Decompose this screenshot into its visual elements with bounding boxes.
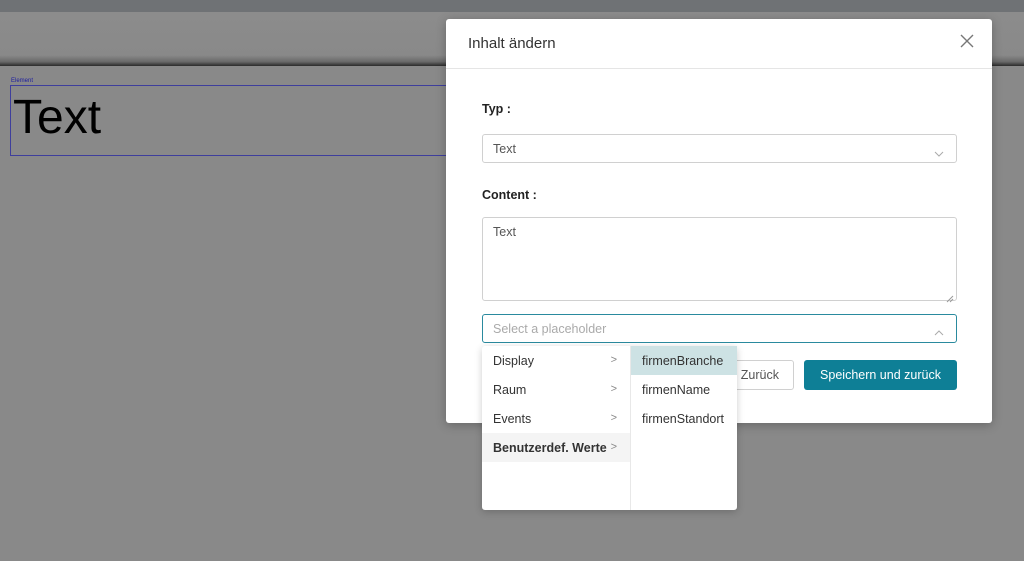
placeholder-select[interactable]: Select a placeholder (482, 314, 957, 343)
cascader-level1: Display > Raum > Events > Benutzerdef. W… (482, 346, 631, 510)
chevron-up-icon (934, 324, 944, 336)
content-label: Content : (482, 188, 537, 202)
text-element-box[interactable]: Text (10, 85, 470, 156)
cascader-item-display[interactable]: Display > (482, 346, 630, 375)
element-label: Element (11, 78, 34, 84)
cascader-item-firmenname[interactable]: firmenName (631, 375, 737, 404)
close-icon[interactable] (960, 34, 974, 48)
cascader-item-raum[interactable]: Raum > (482, 375, 630, 404)
placeholder-select-text: Select a placeholder (493, 322, 607, 336)
chevron-right-icon: > (610, 354, 617, 366)
cascader-level2: firmenBranche firmenName firmenStandort (631, 346, 737, 510)
top-bar (0, 0, 1024, 12)
cascader-item-custom-values[interactable]: Benutzerdef. Werte > (482, 433, 630, 462)
chevron-right-icon: > (610, 412, 617, 424)
content-textarea[interactable]: Text (482, 217, 957, 303)
content-textarea-value: Text (493, 225, 516, 239)
modal-header: Inhalt ändern (446, 19, 992, 69)
save-and-back-button[interactable]: Speichern und zurück (804, 360, 957, 390)
chevron-right-icon: > (610, 383, 617, 395)
resize-grip-icon[interactable] (946, 290, 954, 303)
type-select[interactable]: Text (482, 134, 957, 163)
chevron-right-icon: > (610, 441, 617, 453)
chevron-down-icon (934, 145, 944, 157)
type-label: Typ : (482, 102, 511, 116)
cascader-item-firmenstandort[interactable]: firmenStandort (631, 404, 737, 433)
text-element-content: Text (13, 91, 102, 144)
modal-title: Inhalt ändern (468, 35, 556, 52)
type-select-value: Text (493, 142, 516, 156)
back-button[interactable]: Zurück (731, 360, 794, 390)
cascader-item-firmenbranche[interactable]: firmenBranche (631, 346, 737, 375)
cascader-item-events[interactable]: Events > (482, 404, 630, 433)
placeholder-cascader: Display > Raum > Events > Benutzerdef. W… (482, 346, 737, 510)
